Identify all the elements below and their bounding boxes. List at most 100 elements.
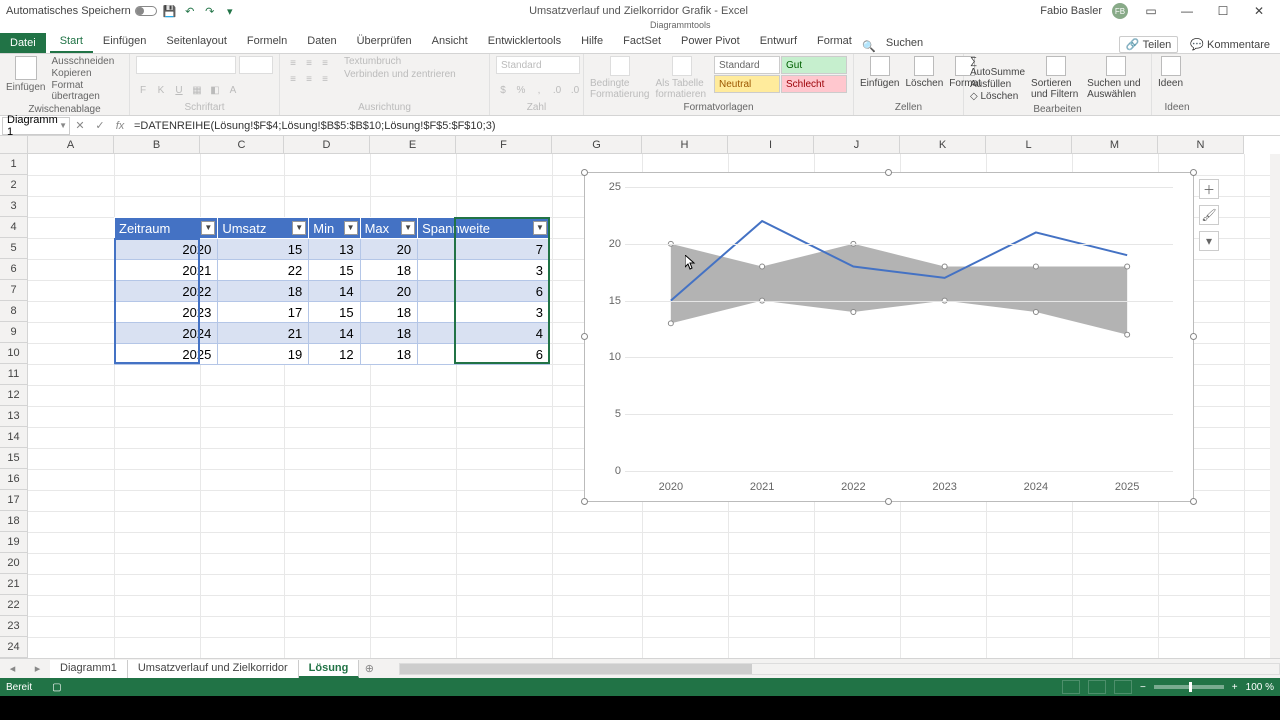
col-header-K[interactable]: K [900, 136, 986, 154]
view-normal-icon[interactable] [1062, 680, 1080, 694]
col-header-N[interactable]: N [1158, 136, 1244, 154]
col-header-G[interactable]: G [552, 136, 642, 154]
row-header-15[interactable]: 15 [0, 448, 28, 469]
row-header-19[interactable]: 19 [0, 532, 28, 553]
maximize-icon[interactable]: ☐ [1210, 4, 1236, 18]
name-box[interactable]: Diagramm 1▼ [2, 117, 70, 135]
horizontal-scrollbar[interactable] [399, 663, 1280, 675]
table-row[interactable]: 20231715183 [115, 302, 550, 323]
data-table[interactable]: Zeitraum▼Umsatz▼Min▼Max▼Spannweite▼20201… [114, 217, 550, 365]
col-header-B[interactable]: B [114, 136, 200, 154]
col-header-A[interactable]: A [28, 136, 114, 154]
row-header-7[interactable]: 7 [0, 280, 28, 301]
col-header-L[interactable]: L [986, 136, 1072, 154]
worksheet-grid[interactable]: ABCDEFGHIJKLMN 1234567891011121314151617… [0, 136, 1280, 658]
wrap-text-button[interactable]: Textumbruch [344, 56, 456, 67]
tab-ansicht[interactable]: Ansicht [422, 31, 478, 53]
col-header-J[interactable]: J [814, 136, 900, 154]
chart-filter-icon[interactable]: ▾ [1199, 231, 1219, 251]
number-format-combo[interactable]: Standard [496, 56, 580, 74]
conditional-formatting-button[interactable]: Bedingte Formatierung [590, 56, 649, 100]
chart-styles-icon[interactable]: 🖌 [1199, 205, 1219, 225]
increase-decimal-button[interactable]: .0 [550, 83, 564, 97]
redo-icon[interactable]: ↷ [203, 4, 217, 18]
ideas-button[interactable]: Ideen [1158, 56, 1183, 89]
paste-button[interactable]: Einfügen [6, 56, 45, 93]
delete-cells-button[interactable]: Löschen [905, 56, 943, 89]
col-header-I[interactable]: I [728, 136, 814, 154]
select-all-corner[interactable] [0, 136, 28, 154]
table-row[interactable]: 20221814206 [115, 281, 550, 302]
tab-überprüfen[interactable]: Überprüfen [347, 31, 422, 53]
save-icon[interactable]: 💾 [163, 4, 177, 18]
tab-power pivot[interactable]: Power Pivot [671, 31, 750, 53]
tab-daten[interactable]: Daten [297, 31, 346, 53]
table-row[interactable]: 20242114184 [115, 323, 550, 344]
format-painter-button[interactable]: Format übertragen [51, 80, 123, 102]
row-header-20[interactable]: 20 [0, 553, 28, 574]
user-avatar[interactable]: FB [1112, 3, 1128, 19]
qat-customize-icon[interactable]: ▾ [223, 4, 237, 18]
row-header-23[interactable]: 23 [0, 616, 28, 637]
row-header-4[interactable]: 4 [0, 217, 28, 238]
filter-dropdown-icon[interactable]: ▼ [344, 221, 358, 235]
col-header-M[interactable]: M [1072, 136, 1158, 154]
macro-record-icon[interactable]: ▢ [52, 682, 61, 693]
table-header[interactable]: Zeitraum▼ [115, 218, 218, 239]
chart-band-area[interactable] [671, 244, 1127, 335]
new-sheet-icon[interactable]: ⊕ [359, 662, 379, 675]
filter-dropdown-icon[interactable]: ▼ [292, 221, 306, 235]
table-header[interactable]: Umsatz▼ [218, 218, 309, 239]
tab-entwurf[interactable]: Entwurf [750, 31, 807, 53]
zoom-in-icon[interactable]: + [1232, 682, 1238, 693]
filter-dropdown-icon[interactable]: ▼ [201, 221, 215, 235]
user-name[interactable]: Fabio Basler [1040, 5, 1102, 17]
row-header-17[interactable]: 17 [0, 490, 28, 511]
row-header-6[interactable]: 6 [0, 259, 28, 280]
row-header-3[interactable]: 3 [0, 196, 28, 217]
insert-cells-button[interactable]: Einfügen [860, 56, 899, 89]
vertical-scrollbar[interactable] [1270, 154, 1280, 658]
cell-styles-gallery[interactable]: Standard Gut Neutral Schlecht [714, 56, 847, 93]
sort-filter-button[interactable]: Sortieren und Filtern [1031, 56, 1081, 100]
close-icon[interactable]: ✕ [1246, 4, 1272, 18]
tab-einfügen[interactable]: Einfügen [93, 31, 156, 53]
comments-button[interactable]: 💬Kommentare [1190, 38, 1270, 51]
row-header-18[interactable]: 18 [0, 511, 28, 532]
row-header-8[interactable]: 8 [0, 301, 28, 322]
col-header-D[interactable]: D [284, 136, 370, 154]
tab-seitenlayout[interactable]: Seitenlayout [156, 31, 237, 53]
row-header-12[interactable]: 12 [0, 385, 28, 406]
filter-dropdown-icon[interactable]: ▼ [401, 221, 415, 235]
copy-button[interactable]: Kopieren [51, 68, 123, 79]
bold-button[interactable]: F [136, 83, 150, 97]
row-header-2[interactable]: 2 [0, 175, 28, 196]
row-header-24[interactable]: 24 [0, 637, 28, 658]
tab-start[interactable]: Start [50, 31, 93, 53]
tab-file[interactable]: Datei [0, 33, 46, 53]
fill-color-button[interactable]: ◧ [208, 83, 222, 97]
row-header-9[interactable]: 9 [0, 322, 28, 343]
clear-button[interactable]: ◇ Löschen [970, 91, 1025, 102]
row-header-14[interactable]: 14 [0, 427, 28, 448]
autosave-toggle[interactable]: Automatisches Speichern [6, 5, 157, 17]
table-row[interactable]: 20212215183 [115, 260, 550, 281]
underline-button[interactable]: U [172, 83, 186, 97]
format-as-table-button[interactable]: Als Tabelle formatieren [655, 56, 708, 100]
comma-button[interactable]: , [532, 83, 546, 97]
view-page-layout-icon[interactable] [1088, 680, 1106, 694]
font-size-combo[interactable] [239, 56, 273, 74]
currency-button[interactable]: $ [496, 83, 510, 97]
cancel-icon[interactable]: ✕ [70, 119, 90, 132]
merge-center-button[interactable]: Verbinden und zentrieren [344, 69, 456, 80]
view-page-break-icon[interactable] [1114, 680, 1132, 694]
chart-object[interactable]: 0510152025202020212022202320242025 ＋ 🖌 ▾ [584, 172, 1194, 502]
row-header-13[interactable]: 13 [0, 406, 28, 427]
search-icon[interactable]: 🔍 [862, 40, 876, 53]
alignment-grid[interactable]: ≡≡≡ ≡≡≡ [286, 56, 332, 86]
tab-formeln[interactable]: Formeln [237, 31, 297, 53]
table-row[interactable]: 20251912186 [115, 344, 550, 365]
row-header-11[interactable]: 11 [0, 364, 28, 385]
undo-icon[interactable]: ↶ [183, 4, 197, 18]
row-header-5[interactable]: 5 [0, 238, 28, 259]
